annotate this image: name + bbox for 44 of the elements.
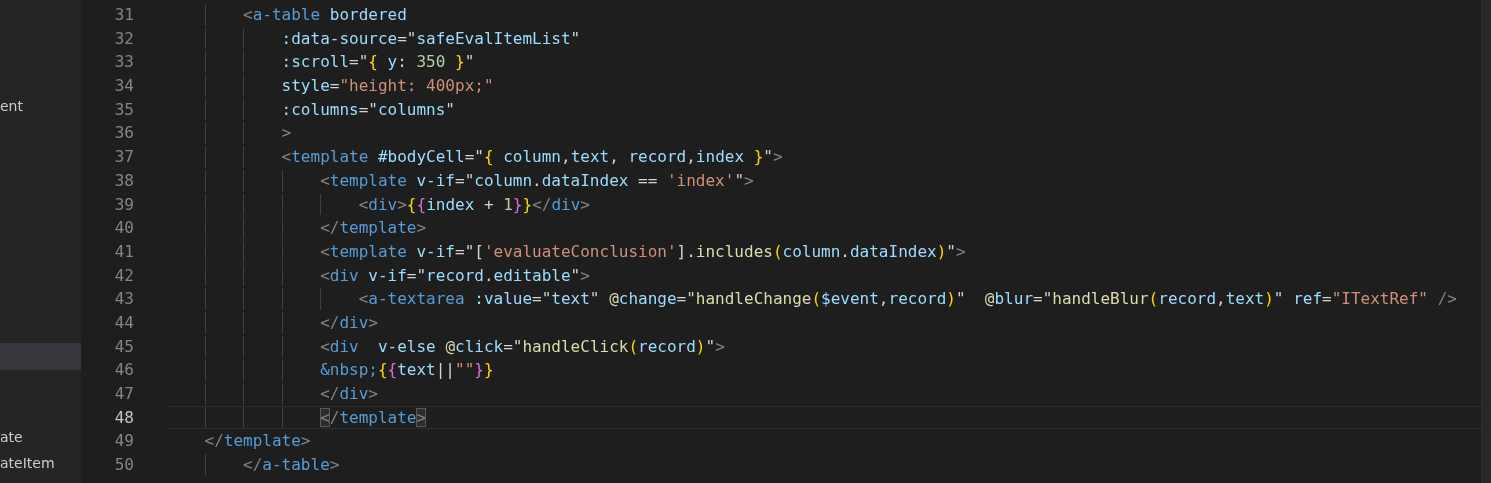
line-number: 39	[113, 193, 135, 216]
code-line: </template>	[203, 430, 312, 453]
code-line: :data-source="safeEvalItemList"	[166, 26, 1481, 51]
line-number: 45	[113, 335, 135, 358]
code-line: &nbsp;{{text||""}}	[166, 358, 1481, 382]
explorer-item[interactable]	[0, 343, 81, 370]
line-number: 48	[113, 406, 135, 429]
line-number: 44	[113, 311, 135, 334]
line-number: 49	[113, 430, 135, 453]
code-line: <template v-if="['evaluateConclusion'].includes(column.dataIndex)">	[166, 239, 1481, 264]
line-number: 37	[113, 146, 135, 169]
code-line: <div>{{index + 1}}</div>	[166, 192, 1481, 217]
code-line: </div>	[166, 382, 1481, 406]
code-line: >	[166, 121, 1481, 146]
line-number: 32	[113, 27, 135, 50]
code-line: <div v-else @click="handleClick(record)">	[166, 334, 1481, 359]
line-number: 40	[113, 217, 135, 240]
code-line: </div>	[166, 310, 1481, 335]
line-number: 41	[113, 240, 135, 263]
code-line: <a-textarea :value="text" @change="handleChange($event,record)" @blur="handleBlur(record,text)" ref="ITextRef" />	[166, 287, 1481, 311]
line-number: 33	[113, 51, 135, 74]
line-number: 31	[113, 4, 135, 26]
explorer-item[interactable]: ent	[0, 98, 81, 122]
line-number: 46	[113, 359, 135, 382]
line-number: 34	[113, 75, 135, 98]
code-line: :scroll="{ y: 350 }"	[166, 50, 1481, 75]
line-number: 43	[113, 288, 135, 311]
code-line: <template v-if="column.dataIndex == 'index'">	[166, 168, 1481, 193]
code-line: :columns="columns"	[166, 97, 1481, 122]
explorer-item[interactable]: ate	[0, 429, 81, 453]
code-line: <div v-if="record.editable">	[166, 263, 1481, 288]
line-number: 36	[113, 122, 135, 145]
code-line: </a-table>	[166, 453, 1481, 477]
line-number: 42	[113, 264, 135, 287]
explorer-item[interactable]: ateItem	[0, 455, 81, 479]
code-line: <a-table bordered	[166, 3, 1481, 27]
code-line: </template>	[166, 216, 1481, 240]
code-line: style="height: 400px;"	[166, 74, 1481, 98]
line-number: 47	[113, 383, 135, 405]
line-number: 50	[113, 454, 135, 477]
code-line: </template>	[166, 405, 1481, 430]
line-number: 38	[113, 169, 135, 192]
code-line: <template #bodyCell="{ column,text, record,index }">	[166, 145, 1481, 169]
line-number: 35	[113, 98, 135, 121]
